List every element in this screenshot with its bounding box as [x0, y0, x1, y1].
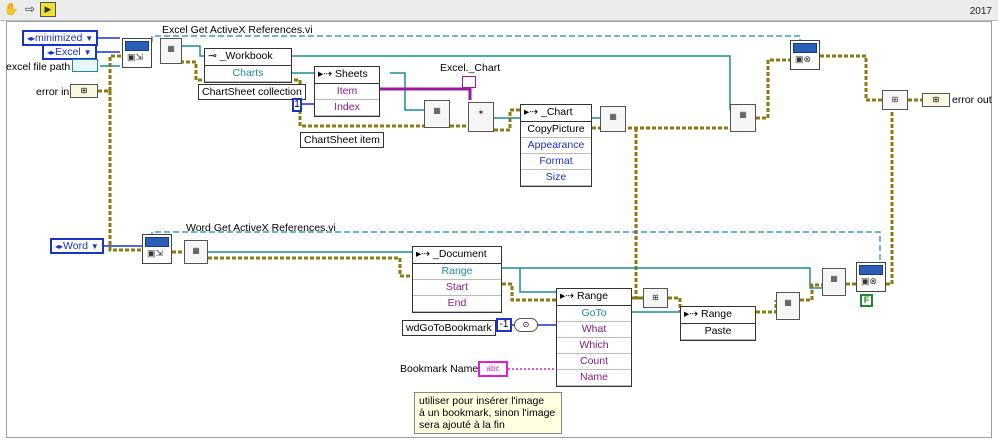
- bookmark-name-label: Bookmark Name: [400, 363, 479, 375]
- word-app-enum[interactable]: ◂▸Word ▼: [50, 238, 104, 254]
- item-index-constant[interactable]: 1: [292, 98, 302, 112]
- chartsheet-collection-label: ChartSheet collection: [198, 84, 306, 100]
- wire-werr-e: [668, 296, 682, 312]
- error-out-label: error out: [952, 94, 992, 106]
- bookmark-name-control[interactable]: abc: [478, 361, 508, 377]
- range-name-row[interactable]: Name: [557, 370, 631, 386]
- document-range-row[interactable]: Range: [413, 264, 501, 280]
- error-in-cluster[interactable]: ⊞: [70, 84, 98, 98]
- sheets-index-row[interactable]: Index: [315, 100, 379, 116]
- wire-err-g: [756, 58, 790, 120]
- document-start-row[interactable]: Start: [413, 280, 501, 296]
- excel-app-enum[interactable]: ◂▸Excel ▼: [42, 44, 97, 60]
- chart-format-row[interactable]: Format: [521, 154, 591, 170]
- workbook-node[interactable]: ⊸ _Workbook Charts: [204, 48, 292, 83]
- word-get-refs-label: Word Get ActiveX References.vi: [186, 222, 336, 234]
- excel-file-path-label: excel file path: [6, 61, 71, 73]
- excel-chart-label: Excel._Chart: [440, 62, 501, 74]
- close-ref-node-5[interactable]: ▦: [822, 268, 846, 296]
- word-get-refs-vi[interactable]: ▦: [184, 240, 208, 264]
- sheets-item-row[interactable]: Item: [315, 84, 379, 100]
- wire-error-1: [98, 54, 122, 93]
- wire-range: [502, 267, 556, 293]
- excel-open-vi[interactable]: ▣⇲: [122, 38, 152, 68]
- wd-goto-bookmark-label: wdGoToBookmark: [402, 320, 496, 336]
- excel-get-refs-vi[interactable]: ▦: [160, 38, 182, 64]
- chartsheet-item-label: ChartSheet item: [300, 132, 384, 148]
- range-goto-node[interactable]: ▸⇢ Range GoTo What Which Count Name: [556, 288, 632, 387]
- range-paste-row[interactable]: Paste: [681, 324, 755, 340]
- wire-app-ref: [151, 35, 801, 42]
- document-end-row[interactable]: End: [413, 296, 501, 312]
- wire-werr-f: [756, 300, 778, 314]
- close-ref-node-2[interactable]: ▦: [600, 106, 626, 132]
- goto-value-constant[interactable]: -1: [496, 318, 512, 332]
- merge-errors-node-2[interactable]: ⊞: [643, 288, 668, 308]
- chart-copypicture-row[interactable]: CopyPicture: [521, 122, 591, 138]
- wire-error-2: [108, 91, 142, 252]
- wire-wb: [180, 45, 206, 57]
- word-quit-vi[interactable]: ▣⊗: [856, 262, 886, 292]
- range-what-row[interactable]: What: [557, 322, 631, 338]
- false-constant[interactable]: F: [860, 294, 873, 307]
- close-ref-node-1[interactable]: ▦: [424, 100, 450, 128]
- chart-appearance-row[interactable]: Appearance: [521, 138, 591, 154]
- range-count-row[interactable]: Count: [557, 354, 631, 370]
- close-ref-node-4[interactable]: ▦: [776, 292, 800, 320]
- excel-file-path-control[interactable]: [72, 59, 98, 72]
- error-out-cluster[interactable]: ⊞: [922, 93, 950, 107]
- wire-err-d: [494, 108, 520, 132]
- wire-err-h: [820, 54, 882, 102]
- wire-werr-i: [886, 100, 894, 286]
- chart-ref-indicator: [462, 76, 476, 88]
- wire-word-ref: [151, 231, 881, 270]
- to-more-specific-node[interactable]: ✶: [468, 102, 494, 132]
- chart-size-row[interactable]: Size: [521, 170, 591, 186]
- wire-err-f: [634, 128, 643, 300]
- range-paste-node[interactable]: ▸⇢ Range Paste: [680, 306, 756, 341]
- wire-doc-close: [520, 267, 822, 289]
- range-which-row[interactable]: Which: [557, 338, 631, 354]
- merge-errors-node[interactable]: ⊞: [882, 90, 908, 110]
- word-open-vi[interactable]: ▣⇲: [142, 234, 172, 264]
- range-goto-row[interactable]: GoTo: [557, 306, 631, 322]
- chart-node[interactable]: ▸⇢ _Chart CopyPicture Appearance Format …: [520, 104, 592, 187]
- wire-werr-b: [208, 256, 414, 278]
- excel-quit-vi[interactable]: ▣⊗: [790, 40, 820, 70]
- comment-note: utiliser pour insérer l'image à un bookm…: [414, 392, 562, 434]
- wire-sheets: [390, 72, 425, 111]
- document-node[interactable]: ▸⇢ _Document Range Start End: [412, 246, 502, 313]
- goto-coerce-node[interactable]: ⊙: [514, 318, 538, 332]
- excel-get-refs-label: Excel Get ActiveX References.vi: [162, 24, 313, 36]
- close-ref-node-3[interactable]: ▦: [730, 104, 756, 132]
- wire-item: [380, 87, 472, 100]
- sheets-node[interactable]: ▸⇢ Sheets Item Index: [314, 66, 380, 117]
- error-in-label: error in: [36, 86, 70, 98]
- workbook-charts-row[interactable]: Charts: [205, 66, 291, 82]
